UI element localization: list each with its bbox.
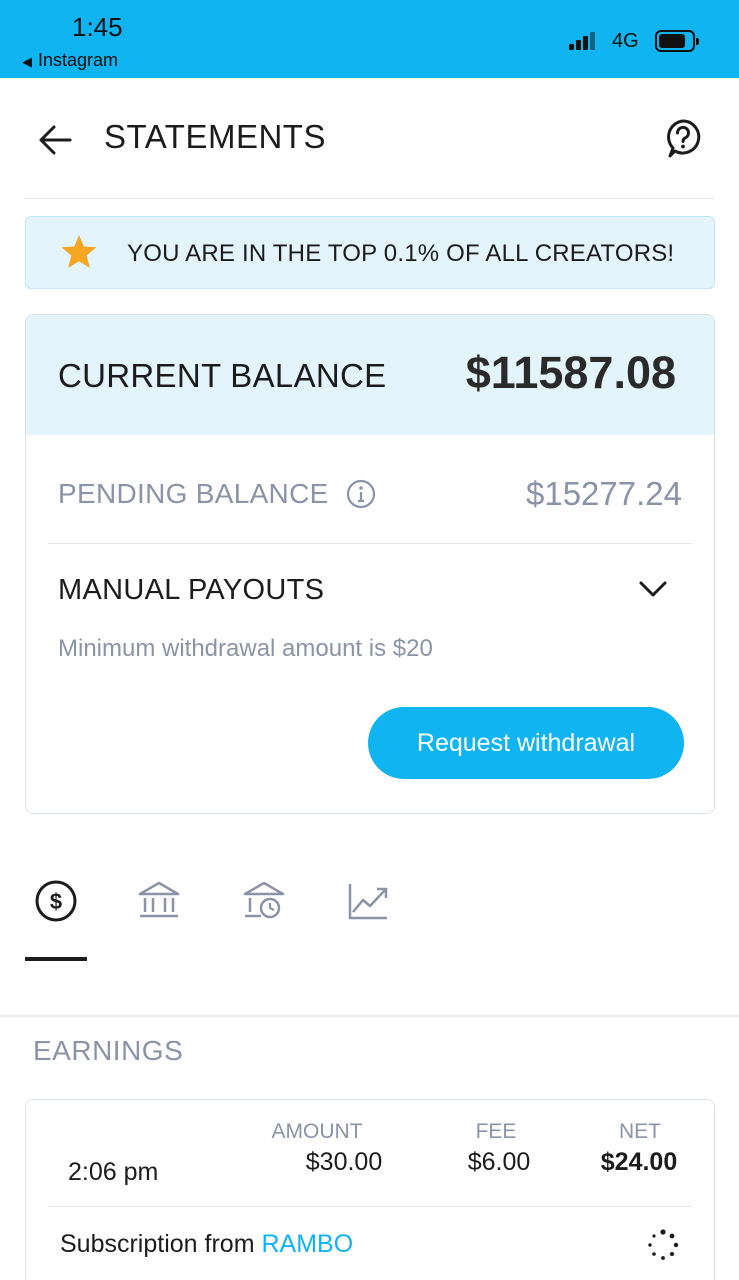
divider xyxy=(48,1206,692,1207)
back-arrow-icon[interactable] xyxy=(36,120,76,160)
minimum-withdrawal-text: Minimum withdrawal amount is $20 xyxy=(58,635,433,662)
current-balance-label: CURRENT BALANCE xyxy=(58,357,387,394)
current-balance-value: $11587.08 xyxy=(465,347,676,398)
divider xyxy=(48,543,692,544)
battery-icon xyxy=(655,30,699,52)
active-tab-indicator xyxy=(25,957,87,961)
subscriber-link[interactable]: RAMBO xyxy=(261,1230,353,1258)
manual-payouts-label[interactable]: MANUAL PAYOUTS xyxy=(58,574,324,607)
help-icon[interactable] xyxy=(664,118,702,160)
page-title: STATEMENTS xyxy=(104,118,326,155)
info-icon[interactable] xyxy=(346,479,376,509)
back-triangle-icon: ◀ xyxy=(22,54,32,69)
pending-balance-value: $15277.24 xyxy=(526,475,682,512)
loading-spinner-icon xyxy=(648,1229,679,1260)
amount-header: AMOUNT xyxy=(271,1120,363,1143)
earning-fee: $6.00 xyxy=(467,1148,531,1176)
balance-card: CURRENT BALANCE $11587.08 PENDING BALANC… xyxy=(25,314,715,814)
dollar-icon[interactable]: $ xyxy=(33,878,79,924)
chart-trend-icon[interactable] xyxy=(345,878,391,924)
status-time: 1:45 xyxy=(72,12,123,42)
star-icon xyxy=(61,235,97,268)
earning-description: Subscription from RAMBO xyxy=(60,1230,353,1259)
current-balance-row: CURRENT BALANCE $11587.08 xyxy=(26,315,714,435)
battery-level xyxy=(659,34,685,48)
earning-time: 2:06 pm xyxy=(68,1158,159,1186)
status-bar: 1:45 ◀ Instagram 4G xyxy=(0,0,739,78)
creator-rank-text: YOU ARE IN THE TOP 0.1% OF ALL CREATORS! xyxy=(127,240,675,267)
bank-icon[interactable] xyxy=(136,878,182,924)
fee-header: FEE xyxy=(475,1120,517,1143)
signal-icon xyxy=(569,32,599,50)
app-header: STATEMENTS xyxy=(24,78,714,199)
section-divider xyxy=(0,1015,739,1017)
svg-text:$: $ xyxy=(50,889,62,914)
creator-rank-banner: YOU ARE IN THE TOP 0.1% OF ALL CREATORS! xyxy=(25,216,715,289)
earning-net: $24.00 xyxy=(600,1148,678,1176)
earnings-title: EARNINGS xyxy=(33,1035,184,1066)
chevron-down-icon[interactable] xyxy=(638,579,668,599)
pending-balance-label: PENDING BALANCE xyxy=(58,478,329,509)
request-withdrawal-button[interactable]: Request withdrawal xyxy=(368,707,684,779)
earning-amount: $30.00 xyxy=(305,1148,383,1176)
back-to-app-link[interactable]: ◀ Instagram xyxy=(22,50,118,71)
bank-clock-icon[interactable] xyxy=(241,878,287,924)
network-type: 4G xyxy=(612,30,639,52)
earning-description-text: Subscription from xyxy=(60,1230,262,1258)
earnings-row[interactable]: AMOUNT FEE NET 2:06 pm $30.00 $6.00 $24.… xyxy=(25,1099,715,1280)
net-header: NET xyxy=(619,1120,661,1143)
back-app-label: Instagram xyxy=(38,50,119,70)
